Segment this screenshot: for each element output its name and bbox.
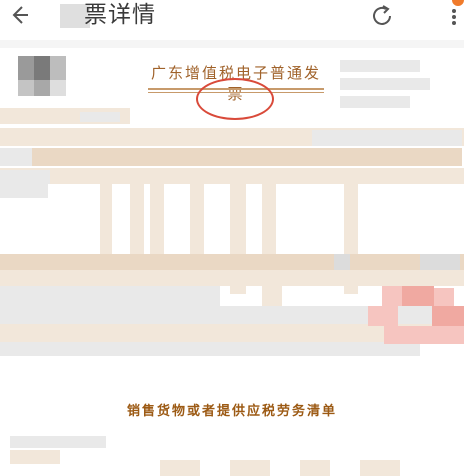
- redacted-block: [10, 436, 106, 448]
- more-vertical-icon[interactable]: [444, 4, 464, 30]
- redacted-block: [0, 270, 464, 286]
- redacted-block: [420, 254, 460, 270]
- redacted-block: [0, 342, 420, 356]
- redacted-block: [0, 168, 464, 184]
- redacted-block: [340, 60, 420, 72]
- qr-code-block: [18, 56, 34, 80]
- redacted-block: [340, 78, 430, 90]
- section-title: 销售货物或者提供应税劳务清单: [126, 404, 337, 419]
- redacted-block: [0, 148, 32, 166]
- top-bar: 发票详情: [0, 0, 464, 32]
- qr-code-block: [18, 80, 34, 96]
- redacted-block: [160, 460, 200, 476]
- redacted-block: [334, 254, 350, 270]
- redacted-block: [262, 286, 282, 306]
- invoice-image: 广东增值税电子普通发票: [0, 48, 464, 358]
- redacted-block: [0, 286, 220, 306]
- redacted-block: [80, 112, 120, 122]
- qr-code-block: [34, 56, 50, 80]
- redacted-block: [32, 148, 462, 166]
- redacted-block: [10, 450, 60, 464]
- page-title-text: 票详情: [84, 2, 156, 28]
- list-header: [0, 436, 464, 476]
- redacted-block: [300, 460, 330, 476]
- redacted-block: [360, 460, 400, 476]
- page-title: 发票详情: [60, 0, 156, 30]
- redacted-seal: [382, 286, 402, 306]
- redacted-seal: [368, 306, 398, 326]
- qr-code-block: [34, 80, 50, 96]
- redacted-block: [312, 130, 462, 146]
- redacted-seal: [402, 286, 434, 306]
- refresh-icon[interactable]: [368, 3, 396, 29]
- seal-stamp: [196, 78, 274, 120]
- redacted-seal: [434, 288, 454, 306]
- redacted-block: [0, 170, 50, 184]
- header-divider: [0, 40, 464, 48]
- redacted-block: [0, 254, 464, 270]
- qr-code-block: [50, 56, 66, 80]
- redacted-block: [0, 184, 48, 198]
- redacted-block: [340, 96, 410, 108]
- redacted-block: [230, 460, 270, 476]
- back-arrow-icon[interactable]: [6, 2, 32, 28]
- redacted-seal: [384, 326, 464, 344]
- qr-code-block: [50, 80, 66, 96]
- redacted-seal: [432, 306, 464, 328]
